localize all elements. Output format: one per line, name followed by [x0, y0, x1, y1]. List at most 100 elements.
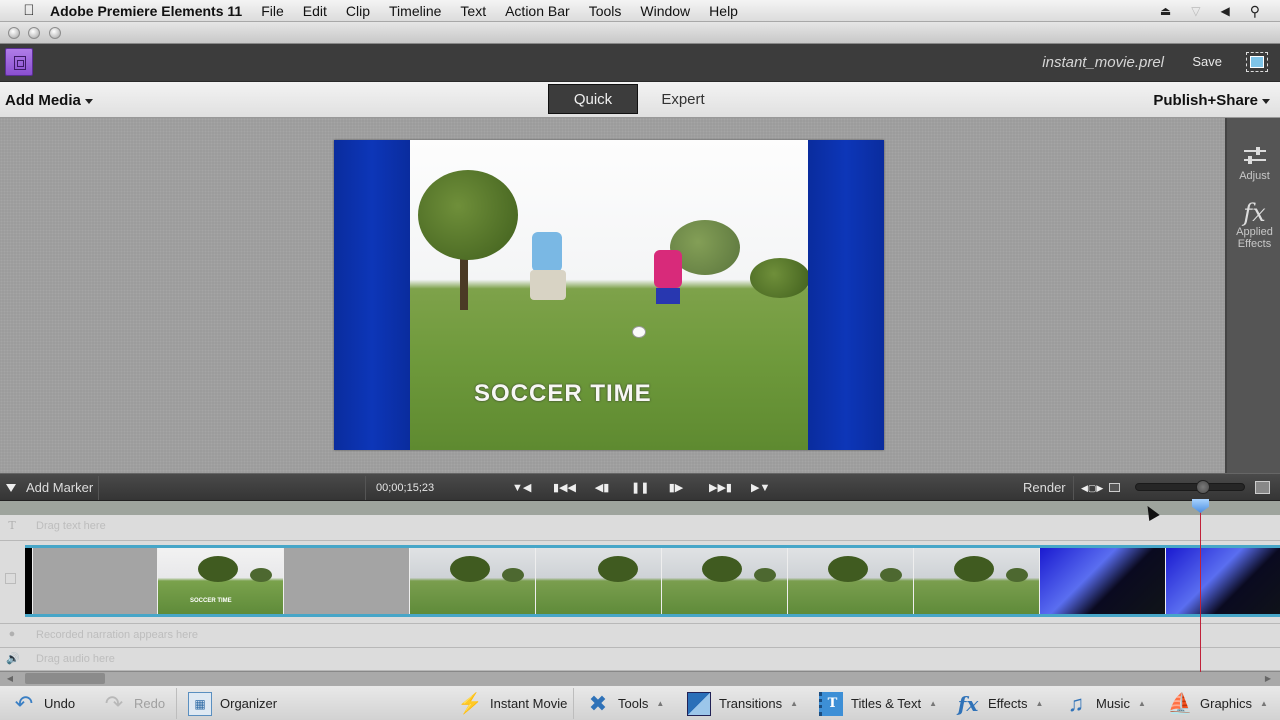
spotlight-search-icon[interactable]: ⚲	[1250, 3, 1260, 20]
pause-icon[interactable]: ❚❚	[631, 480, 649, 496]
eject-icon[interactable]: ⏏	[1160, 4, 1171, 18]
clip-thumbnail[interactable]	[536, 548, 662, 614]
menu-edit[interactable]: Edit	[303, 3, 327, 19]
timeline-zoom-knob[interactable]	[1195, 480, 1210, 494]
fit-timeline-icon[interactable]: ◀▢▶	[1081, 480, 1103, 496]
render-button[interactable]: Render	[1023, 480, 1066, 495]
transitions-button[interactable]: Transitions ▲	[687, 686, 798, 720]
narration-hint: Recorded narration appears here	[36, 629, 199, 641]
player-girl-shorts	[656, 288, 680, 304]
music-button[interactable]: ♫ Music ▲	[1064, 686, 1146, 720]
clip-thumbnail[interactable]	[410, 548, 536, 614]
timecode-display[interactable]: 00;00;15;23	[376, 482, 434, 494]
soccer-ball	[632, 326, 646, 338]
instant-movie-button[interactable]: ⚡ Instant Movie	[458, 686, 568, 720]
video-track[interactable]: SOCCER TIME	[0, 541, 1280, 623]
wifi-icon[interactable]: ▽	[1191, 4, 1200, 18]
right-panel: Adjust fx Applied Effects	[1225, 118, 1280, 473]
clip-strip[interactable]: SOCCER TIME	[25, 545, 1280, 617]
tree	[750, 258, 808, 298]
effects-button[interactable]: fx Effects ▲	[956, 686, 1044, 720]
menu-tools[interactable]: Tools	[589, 3, 622, 19]
minimize-window-button[interactable]	[28, 27, 40, 39]
clip-thumbnail-title[interactable]: SOCCER TIME	[158, 548, 284, 614]
applied-effects-button[interactable]: fx Applied Effects	[1227, 200, 1280, 250]
apple-menu-icon[interactable]: 	[20, 2, 38, 19]
previous-edit-icon[interactable]: ▼◀	[512, 480, 531, 496]
video-track-icon	[5, 573, 16, 584]
clip-thumbnail-transition[interactable]	[1040, 548, 1166, 614]
clip-thumbnail[interactable]	[662, 548, 788, 614]
chevron-up-icon: ▲	[1137, 699, 1146, 708]
microphone-icon: ●	[8, 628, 16, 640]
titles-text-button[interactable]: T Titles & Text ▲	[819, 686, 937, 720]
tools-button[interactable]: ✖ Tools ▲	[586, 686, 665, 720]
fullscreen-icon[interactable]	[1246, 52, 1268, 72]
player-man-shorts	[530, 270, 566, 300]
menu-help[interactable]: Help	[709, 3, 738, 19]
redo-icon: ↷	[104, 690, 124, 716]
tab-quick[interactable]: Quick	[548, 84, 638, 114]
tree	[502, 568, 524, 582]
undo-icon: ↶	[14, 690, 34, 716]
text-track[interactable]: T Drag text here	[0, 515, 1280, 541]
organizer-button[interactable]: ▦ Organizer	[188, 686, 277, 720]
chevron-down-icon	[1262, 98, 1270, 104]
menu-window[interactable]: Window	[640, 3, 690, 19]
scroll-left-icon[interactable]: ◀	[4, 673, 16, 684]
zoom-out-icon[interactable]	[1109, 483, 1120, 492]
undo-button[interactable]: ↶ Undo	[12, 686, 75, 720]
zoom-in-icon[interactable]	[1255, 481, 1270, 494]
clip-thumbnail[interactable]	[284, 548, 410, 614]
add-media-button[interactable]: Add Media	[5, 92, 93, 109]
add-marker-button[interactable]: Add Marker	[6, 480, 93, 495]
narration-track[interactable]: ● Recorded narration appears here	[0, 623, 1280, 648]
clip-thumbnail-transition[interactable]	[1166, 548, 1280, 614]
transitions-label: Transitions	[719, 696, 783, 711]
menu-timeline[interactable]: Timeline	[389, 3, 441, 19]
scroll-right-icon[interactable]: ▶	[1262, 673, 1274, 684]
publish-share-button[interactable]: Publish+Share	[1153, 92, 1270, 109]
tree	[954, 556, 994, 582]
clip-thumbnail[interactable]	[914, 548, 1040, 614]
go-to-start-icon[interactable]: ▮◀◀	[553, 480, 576, 496]
tab-expert[interactable]: Expert	[638, 84, 728, 114]
video-preview[interactable]: SOCCER TIME	[334, 140, 884, 450]
audio-track[interactable]: 🔊 Drag audio here	[0, 648, 1280, 671]
tree	[828, 556, 868, 582]
add-media-label: Add Media	[5, 92, 81, 109]
app-header: instant_movie.prel Save	[0, 44, 1280, 82]
scrollbar-thumb[interactable]	[25, 673, 105, 684]
step-back-icon[interactable]: ◀▮	[594, 480, 610, 496]
app-logo-icon[interactable]	[5, 48, 33, 76]
clip-thumbnail[interactable]	[788, 548, 914, 614]
graphics-button[interactable]: ⛵ Graphics ▲	[1168, 686, 1268, 720]
next-edit-icon[interactable]: ▶▼	[751, 480, 770, 496]
menu-app-name[interactable]: Adobe Premiere Elements 11	[50, 3, 242, 19]
close-window-button[interactable]	[8, 27, 20, 39]
audio-hint: Drag audio here	[36, 653, 115, 665]
timeline-scrollbar[interactable]: ◀ ▶	[0, 671, 1280, 685]
menu-text[interactable]: Text	[460, 3, 486, 19]
clip-thumbnail[interactable]	[33, 548, 158, 614]
menu-action-bar[interactable]: Action Bar	[505, 3, 570, 19]
zoom-window-button[interactable]	[49, 27, 61, 39]
timeline-zoom-slider[interactable]	[1135, 480, 1245, 494]
tree	[1006, 568, 1028, 582]
title-overlay[interactable]: SOCCER TIME	[474, 380, 652, 408]
time-ruler[interactable]	[0, 501, 1280, 515]
step-forward-icon[interactable]: ▮▶	[668, 480, 684, 496]
volume-icon[interactable]: ◀	[1221, 4, 1230, 18]
save-button[interactable]: Save	[1192, 54, 1222, 69]
wrench-screwdriver-icon: ✖	[588, 690, 608, 716]
redo-label: Redo	[134, 696, 166, 711]
divider	[573, 688, 574, 719]
window-titlebar	[0, 22, 1280, 44]
redo-button[interactable]: ↷ Redo	[102, 686, 165, 720]
marker-icon	[6, 483, 16, 492]
go-to-end-icon[interactable]: ▶▶▮	[709, 480, 732, 496]
menu-file[interactable]: File	[261, 3, 284, 19]
adjust-button[interactable]: Adjust	[1227, 144, 1280, 182]
clip-thumb-title-text: SOCCER TIME	[190, 598, 232, 604]
menu-clip[interactable]: Clip	[346, 3, 370, 19]
